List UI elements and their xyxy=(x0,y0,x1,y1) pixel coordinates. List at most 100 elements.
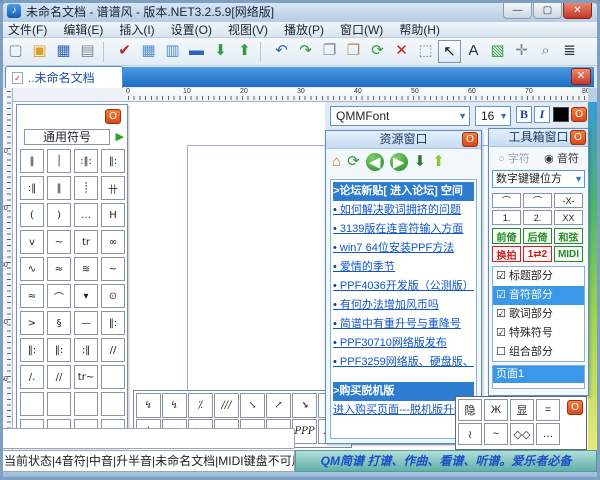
forum-link[interactable]: PPF3259网络版、硬盘版、 xyxy=(333,353,474,372)
symbol-cell[interactable]: H xyxy=(101,203,125,227)
check-special-symbols[interactable]: ☑ 特殊符号 xyxy=(493,324,584,343)
palette-cell[interactable]: ↗ xyxy=(266,393,291,418)
symbol-cell[interactable]: ~ xyxy=(101,257,125,281)
refresh-page-icon[interactable]: ⟳ xyxy=(347,152,360,172)
check-lyrics-part[interactable]: ☑ 歌词部分 xyxy=(493,305,584,324)
symbol-cell[interactable]: ‖: xyxy=(101,311,125,335)
grid-view-icon[interactable]: ▦ xyxy=(137,40,160,63)
menu-help[interactable]: 帮助(H) xyxy=(399,21,440,38)
document-close-button[interactable]: ✕ xyxy=(571,68,591,85)
back-grace-button[interactable]: 后倚 xyxy=(523,228,552,244)
menu-edit[interactable]: 编辑(E) xyxy=(63,21,103,38)
italic-button[interactable]: I xyxy=(534,106,550,123)
pointer-tool-icon[interactable]: ↖ xyxy=(438,40,461,63)
refresh-icon[interactable]: ⟳ xyxy=(366,40,389,63)
symbol-cell[interactable]: ≈ xyxy=(20,284,44,308)
symbol-cell[interactable]: tr~ xyxy=(74,365,98,389)
symbol-cell[interactable]: │ xyxy=(47,149,71,173)
forum-link[interactable]: 有何办法增加风币吗 xyxy=(333,296,474,315)
palette-cell[interactable]: Ж xyxy=(484,399,508,421)
symbol-cell[interactable]: ▾ xyxy=(74,284,98,308)
palette-cell[interactable]: /// xyxy=(214,393,239,418)
chevron-down-icon[interactable]: ▼ xyxy=(574,171,583,187)
symbol-cell[interactable]: ┊ xyxy=(74,176,98,200)
palette-cell[interactable]: ↘ xyxy=(240,393,265,418)
home-icon[interactable]: ⌂ xyxy=(332,152,341,172)
forum-link[interactable]: >论坛新贴[ 进入论坛] 空间 xyxy=(333,182,474,201)
print-icon[interactable]: ▤ xyxy=(76,40,99,63)
check-icon[interactable]: ✔ xyxy=(113,40,136,63)
palette-cell[interactable]: 隐 xyxy=(458,399,482,421)
palette-cell[interactable]: = xyxy=(536,399,560,421)
swap-button[interactable]: 1⇄2 xyxy=(523,246,552,262)
forum-link[interactable]: win7 64位安装PPF方法 xyxy=(333,239,474,258)
forum-link[interactable]: PPF4036开发版（公测版） xyxy=(333,277,474,296)
ending-1-button[interactable]: 1. xyxy=(492,210,521,225)
forum-link[interactable]: PPF30710网络版发布 xyxy=(333,334,474,353)
symbol-cell[interactable]: /. xyxy=(20,365,44,389)
resource-window-header[interactable]: 资源窗口 O xyxy=(326,131,481,149)
tie-x-button[interactable]: -X- xyxy=(554,193,583,208)
palette-cell[interactable]: ↯ xyxy=(136,393,161,418)
symbol-cell[interactable]: ) xyxy=(47,203,71,227)
forum-link[interactable]: 3139版在连音符输入方面 xyxy=(333,220,474,239)
menu-window[interactable]: 窗口(W) xyxy=(340,21,383,38)
symbol-cell[interactable]: ~ xyxy=(47,230,71,254)
symbol-cell[interactable]: ≋ xyxy=(74,257,98,281)
symbol-cell[interactable]: ‖: xyxy=(47,338,71,362)
key-layout-select[interactable]: 数字键键位方 ▼ xyxy=(492,170,585,188)
symbol-cell[interactable]: ∞ xyxy=(101,230,125,254)
open-file-icon[interactable]: ▣ xyxy=(28,40,51,63)
upload-icon[interactable]: ⬆ xyxy=(233,40,256,63)
slur-button[interactable]: ⌒ xyxy=(523,193,552,208)
ending-xx-button[interactable]: XX xyxy=(554,210,583,225)
checkbox-icon[interactable]: ☑ xyxy=(496,327,506,339)
symbol-cell[interactable]: > xyxy=(20,311,44,335)
symbol-cell[interactable]: :‖ xyxy=(74,338,98,362)
menu-view[interactable]: 视图(V) xyxy=(228,21,268,38)
symbol-cell[interactable]: — xyxy=(74,311,98,335)
symbol-cell[interactable]: ∿ xyxy=(20,257,44,281)
download-icon[interactable]: ⬇ xyxy=(414,152,427,172)
symbol-cell[interactable]: ⊙ xyxy=(101,284,125,308)
panel-close-button[interactable]: O xyxy=(462,132,478,147)
symbol-cell[interactable]: ‖ xyxy=(20,149,44,173)
font-size-select[interactable]: 16 ▼ xyxy=(475,106,511,126)
palette-cell[interactable]: ↯ xyxy=(162,393,187,418)
delete-icon[interactable]: ✕ xyxy=(390,40,413,63)
palette-cell[interactable]: PPP xyxy=(292,419,317,444)
forum-link[interactable]: 如何解决歌词拥挤的问题 xyxy=(333,201,474,220)
panel-close-button[interactable]: O xyxy=(570,130,586,145)
symbol-cell[interactable]: ≈ xyxy=(47,257,71,281)
menu-play[interactable]: 播放(P) xyxy=(284,21,324,38)
symbol-cell[interactable]: :‖: xyxy=(74,149,98,173)
forum-link[interactable]: 简谱中有重升号与重降号 xyxy=(333,315,474,334)
maximize-button[interactable]: ▢ xyxy=(533,2,562,19)
symbol-cell[interactable] xyxy=(47,392,71,416)
bold-button[interactable]: B xyxy=(516,106,532,123)
save-icon[interactable]: ▦ xyxy=(52,40,75,63)
front-grace-button[interactable]: 前倚 xyxy=(492,228,521,244)
checkbox-icon[interactable]: ☐ xyxy=(496,346,506,358)
chevron-down-icon[interactable]: ▼ xyxy=(458,107,467,125)
toolbox-window-header[interactable]: 工具箱窗口 O xyxy=(489,129,588,147)
chevron-down-icon[interactable]: ▼ xyxy=(499,107,508,125)
menu-file[interactable]: 文件(F) xyxy=(8,21,47,38)
checkbox-icon[interactable]: ☑ xyxy=(496,289,506,301)
menu-insert[interactable]: 插入(I) xyxy=(119,21,154,38)
new-document-icon[interactable]: ▢ xyxy=(4,40,27,63)
zoom-tool-icon[interactable]: ⌕ xyxy=(534,40,557,63)
forum-link[interactable]: >购买脱机版 xyxy=(333,382,474,401)
symbol-cell[interactable]: ‖: xyxy=(20,338,44,362)
palette-cell[interactable]: ≀ xyxy=(458,423,482,445)
symbol-cell[interactable]: 卄 xyxy=(101,176,125,200)
forum-link[interactable]: 爱情的季节 xyxy=(333,258,474,277)
paste-icon[interactable]: ❒ xyxy=(342,40,365,63)
toolbar-separator[interactable] xyxy=(103,42,110,62)
midi-button[interactable]: MIDI xyxy=(554,246,583,262)
hand-tool-icon[interactable]: ✛ xyxy=(510,40,533,63)
check-title-part[interactable]: ☑ 标题部分 xyxy=(493,267,584,286)
radio-character[interactable]: ○ 字符 xyxy=(498,150,530,166)
upload-icon[interactable]: ⬆ xyxy=(432,152,445,172)
symbol-cell[interactable] xyxy=(20,392,44,416)
